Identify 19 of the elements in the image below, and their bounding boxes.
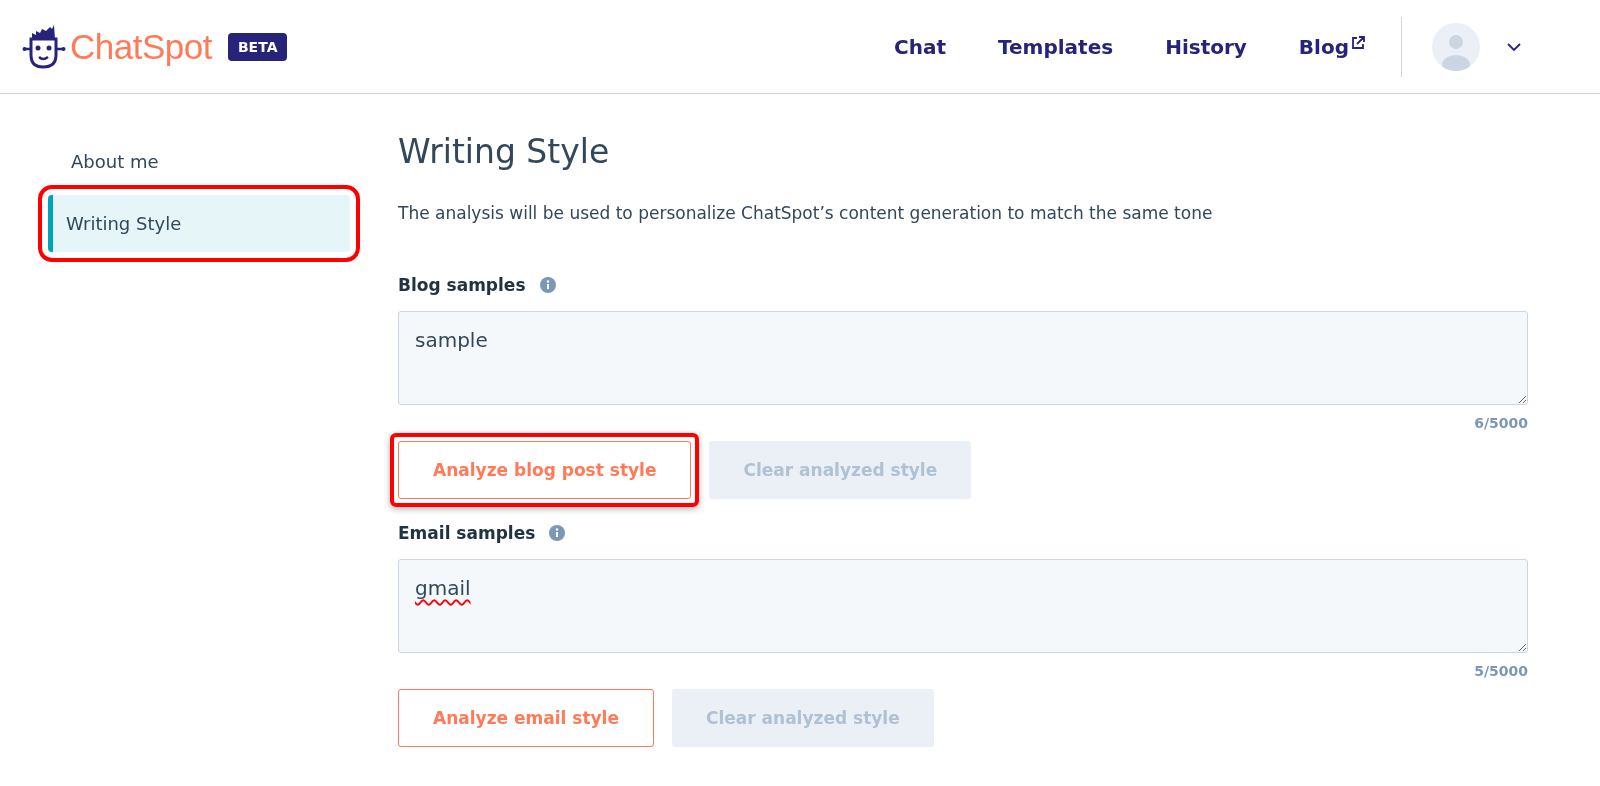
nav-link[interactable]: History: [1165, 34, 1247, 59]
nav-link[interactable]: Chat: [894, 34, 947, 59]
description-text: The analysis will be used to personalize ChatSpot’s content generation to match the same tone: [398, 203, 1214, 223]
nav-link[interactable]: Templates: [998, 34, 1114, 59]
beta-badge: BETA: [227, 32, 288, 61]
sample-textarea[interactable]: sample: [398, 311, 1528, 405]
field-label: Blog samples: [398, 275, 526, 295]
info-icon[interactable]: [539, 277, 556, 293]
logo-icon: [22, 24, 66, 69]
external-link-icon: [1351, 35, 1365, 50]
sample-textarea[interactable]: gmail: [398, 559, 1528, 653]
sidebar-item[interactable]: About me: [48, 138, 350, 185]
chevron-down-icon[interactable]: [1506, 41, 1522, 52]
info-icon[interactable]: [549, 525, 566, 541]
page-title: Writing Style: [398, 132, 611, 171]
field-label: Email samples: [398, 523, 536, 543]
nav-link[interactable]: Blog: [1298, 34, 1365, 59]
character-counter: 6/5000: [1474, 415, 1528, 431]
character-counter: 5/5000: [1474, 663, 1528, 679]
